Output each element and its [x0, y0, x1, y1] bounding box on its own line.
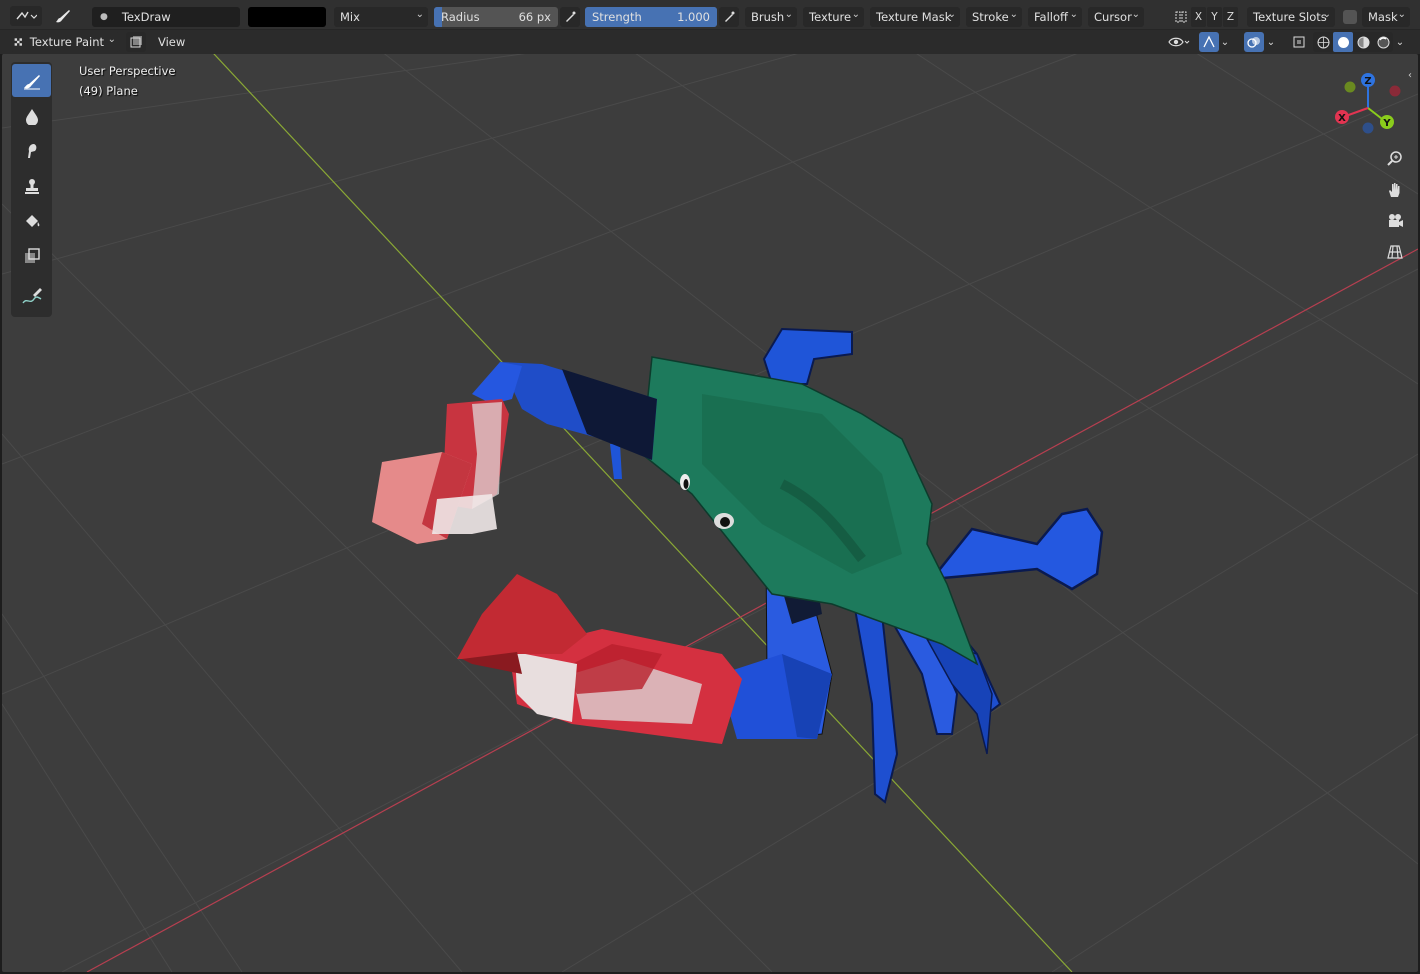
gizmo-toggle-icon[interactable] [1199, 32, 1219, 52]
gizmo-z-label: Z [1364, 76, 1371, 87]
shading-modes [1313, 32, 1393, 52]
rendered-shading-icon[interactable] [1373, 32, 1393, 52]
strength-label: Strength [592, 10, 642, 24]
chevron-down-icon: ⌄ [784, 9, 793, 20]
object-label: (49) Plane [79, 84, 138, 98]
visibility-eye-icon[interactable] [1165, 32, 1193, 52]
chevron-down-icon: ⌄ [415, 9, 424, 20]
solid-shading-icon[interactable] [1333, 32, 1353, 52]
chevron-down-icon: ⌄ [1322, 9, 1331, 20]
mask-dropdown[interactable]: Mask ⌄ [1362, 7, 1410, 27]
view-menu[interactable]: View [152, 32, 191, 52]
radius-slider[interactable]: Radius 66 px [434, 7, 558, 27]
perspective-label: User Perspective [79, 64, 176, 78]
checker-texture-icon [14, 38, 22, 46]
cursor-menu-label: Cursor [1094, 10, 1132, 24]
brush-name: TexDraw [121, 10, 171, 24]
3d-viewport[interactable]: User Perspective (49) Plane Z Y X ‹ [2, 54, 1418, 972]
chevron-down-icon[interactable]: ⌄ [1218, 32, 1232, 52]
y-axis-line [213, 54, 1073, 972]
falloff-menu[interactable]: Falloff ⌄ [1028, 7, 1082, 27]
falloff-menu-label: Falloff [1034, 10, 1068, 24]
paintbrush-icon[interactable] [52, 6, 72, 26]
grid-ortho-icon[interactable] [1382, 239, 1408, 265]
overlays-toggle-icon[interactable] [1244, 32, 1264, 52]
wireframe-shading-icon[interactable] [1313, 32, 1333, 52]
stroke-menu-label: Stroke [972, 10, 1009, 24]
texture-menu-label: Texture [809, 10, 852, 24]
blend-mode-value: Mix [340, 10, 360, 24]
mask-icon[interactable] [12, 239, 51, 272]
editor-type-icon[interactable] [10, 6, 42, 26]
mesh-select-mask-icon[interactable] [126, 32, 146, 52]
mirror-x-label: X [1194, 11, 1203, 23]
brush-menu-label: Brush [751, 10, 785, 24]
material-shading-icon[interactable] [1353, 32, 1373, 52]
chevron-down-icon: ⌄ [1009, 9, 1018, 20]
mode-dropdown[interactable]: Texture Paint ⌄ [10, 32, 120, 52]
mirror-y-toggle[interactable]: Y [1207, 7, 1222, 27]
gizmo-neg-z-handle[interactable] [1362, 122, 1374, 134]
brush-menu[interactable]: Brush ⌄ [745, 7, 797, 27]
mirror-y-label: Y [1211, 11, 1218, 23]
mirror-x-toggle[interactable]: X [1191, 7, 1206, 27]
texture-slots-label: Texture Slots [1253, 10, 1327, 24]
chevron-down-icon: ⌄ [1131, 9, 1140, 20]
scene-canvas[interactable] [2, 54, 1418, 972]
sidebar-toggle-icon[interactable]: ‹ [1408, 70, 1412, 81]
mask-label: Mask [1368, 10, 1398, 24]
brush-name-field[interactable]: ● TexDraw [92, 7, 240, 27]
smear-icon[interactable] [12, 134, 51, 167]
mirror-z-toggle[interactable]: Z [1223, 7, 1238, 27]
strength-slider[interactable]: Strength 1.000 [585, 7, 717, 27]
blend-mode-dropdown[interactable]: Mix ⌄ [334, 7, 428, 27]
stroke-menu[interactable]: Stroke ⌄ [966, 7, 1022, 27]
chevron-down-icon: ⌄ [851, 9, 860, 20]
gizmo-neg-y-handle[interactable] [1344, 81, 1356, 93]
chevron-down-icon[interactable]: ⌄ [1264, 32, 1278, 52]
chevron-down-icon: ⌄ [1397, 9, 1406, 20]
camera-icon[interactable] [1382, 208, 1408, 234]
strength-value: 1.000 [677, 10, 710, 24]
pressure-radius-icon[interactable] [560, 7, 580, 27]
color-swatch[interactable] [248, 7, 326, 27]
chevron-down-icon[interactable]: ⌄ [1393, 32, 1407, 52]
annotate-icon[interactable] [12, 280, 51, 313]
texture-mask-menu[interactable]: Texture Mask ⌄ [870, 7, 960, 27]
chevron-down-icon: ⌄ [947, 9, 956, 20]
mode-label: Texture Paint [29, 35, 104, 49]
fill-icon[interactable] [12, 204, 51, 237]
chevron-down-icon: ⌄ [1069, 9, 1078, 20]
mirror-icon [1171, 7, 1191, 27]
pressure-strength-icon[interactable] [719, 7, 739, 27]
radius-label: Radius [441, 10, 480, 24]
gizmo-x-label: X [1338, 113, 1346, 124]
viewport-header: Texture Paint ⌄ View ⌄ ⌄ ⌄ [0, 30, 1420, 54]
gizmo-neg-x-handle[interactable] [1389, 85, 1401, 97]
soften-icon[interactable] [12, 99, 51, 132]
zoom-icon[interactable] [1382, 146, 1408, 172]
crab-model [372, 327, 1104, 804]
mask-checkbox[interactable] [1343, 10, 1357, 24]
gizmo-y-label: Y [1382, 118, 1391, 129]
navigation-gizmo[interactable]: Z Y X [1330, 70, 1402, 136]
tool-header: ● TexDraw Mix ⌄ Radius 66 px Strength 1.… [0, 0, 1420, 30]
radius-value: 66 px [518, 10, 551, 24]
clone-stamp-icon[interactable] [12, 169, 51, 202]
brush-datablock-icon: ● [100, 12, 108, 22]
xray-toggle-icon[interactable] [1289, 32, 1309, 52]
texture-mask-menu-label: Texture Mask [876, 10, 952, 24]
hand-pan-icon[interactable] [1382, 177, 1408, 203]
toolbar [11, 62, 52, 317]
chevron-down-icon: ⌄ [107, 34, 116, 45]
mirror-z-label: Z [1226, 11, 1235, 23]
texture-slots-dropdown[interactable]: Texture Slots ⌄ [1247, 7, 1335, 27]
view-menu-label: View [158, 35, 186, 49]
draw-brush-icon[interactable] [12, 64, 51, 97]
cursor-menu[interactable]: Cursor ⌄ [1088, 7, 1144, 27]
texture-menu[interactable]: Texture ⌄ [803, 7, 864, 27]
